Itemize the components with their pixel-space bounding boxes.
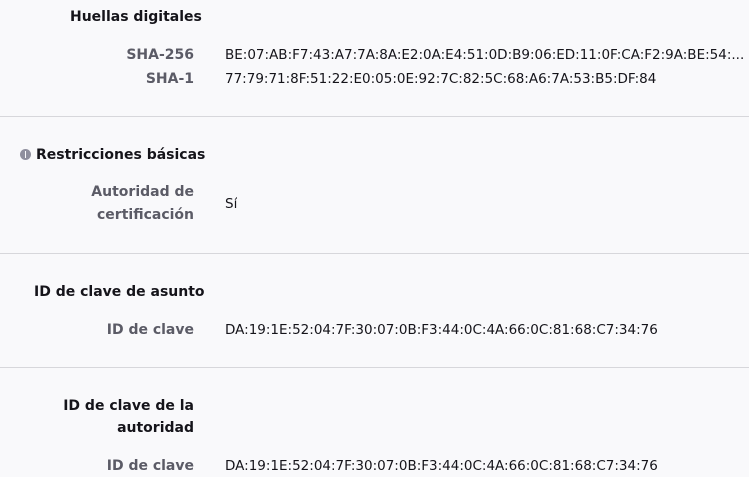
subject-key-id-value[interactable]: DA:19:1E:52:04:7F:30:07:0B:F3:44:0C:4A:6…	[225, 319, 658, 341]
ca-label-line1: Autoridad de	[91, 184, 194, 200]
ca-value: Sí	[225, 196, 238, 212]
sha1-label: SHA-1	[145, 71, 194, 87]
subject-key-id-title: ID de clave de asunto	[34, 284, 205, 300]
authority-key-id-title-line1: ID de clave de la	[63, 398, 194, 414]
fingerprints-title: Huellas digitales	[70, 9, 202, 25]
sha1-value[interactable]: 77:79:71:8F:51:22:E0:05:0E:92:7C:82:5C:6…	[225, 68, 656, 90]
section-divider	[0, 367, 749, 368]
section-divider	[0, 116, 749, 117]
basic-constraints-title: Restricciones básicas	[36, 147, 206, 163]
ca-label-line2: certificación	[97, 207, 194, 223]
authority-key-id-title-line2: autoridad	[117, 420, 194, 436]
critical-extension-icon	[20, 149, 31, 160]
subject-key-id-label: ID de clave	[106, 322, 194, 338]
sha256-label: SHA-256	[126, 47, 194, 63]
section-divider	[0, 253, 749, 254]
sha256-value[interactable]: BE:07:AB:F7:43:A7:7A:8A:E2:0A:E4:51:0D:B…	[225, 44, 744, 66]
